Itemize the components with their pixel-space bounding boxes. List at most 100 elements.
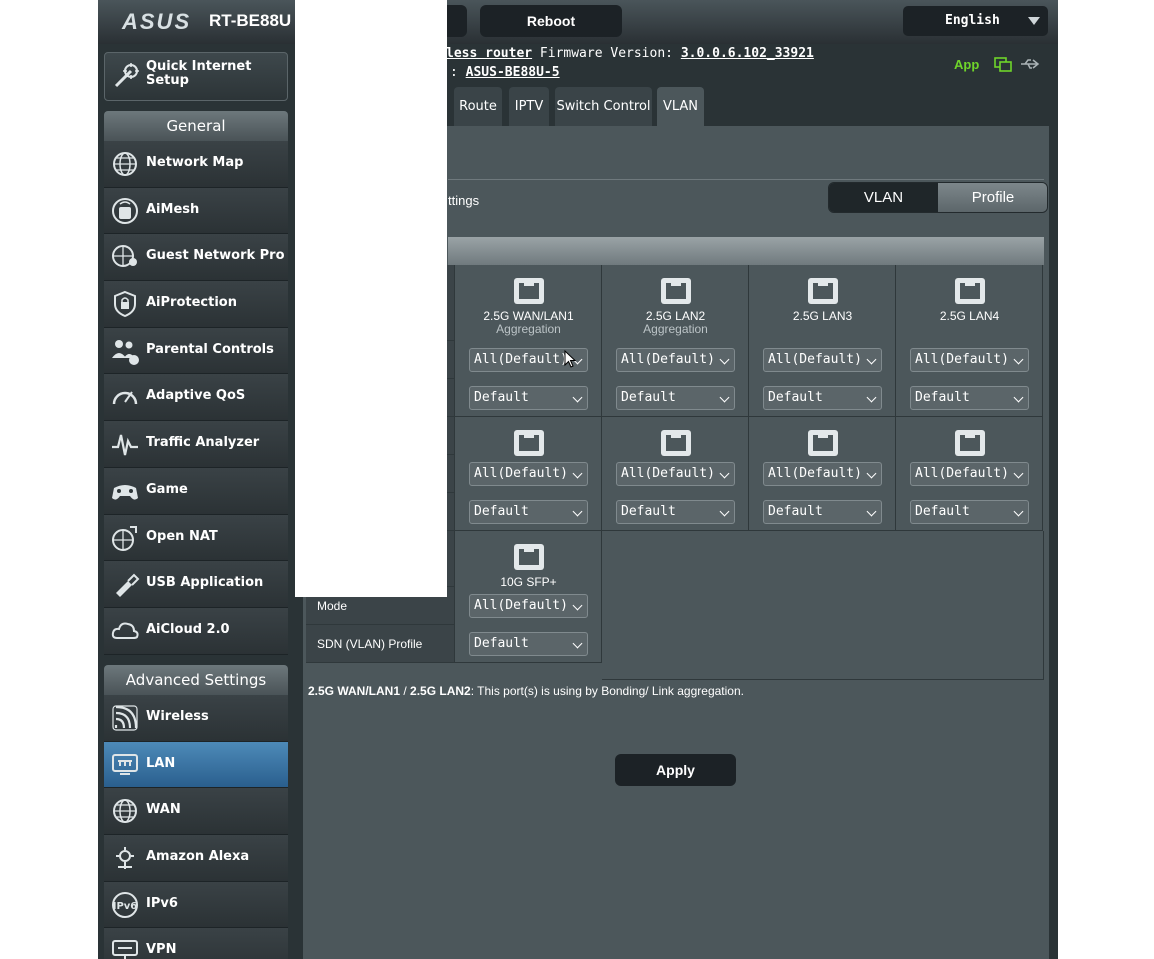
network-status-icon[interactable] — [994, 57, 1012, 73]
sidebar-item-wireless[interactable]: Wireless — [104, 695, 288, 742]
usb-status-icon[interactable] — [1020, 57, 1040, 71]
segment-profile-button[interactable]: Profile — [938, 183, 1047, 212]
select-value: Default — [474, 504, 529, 519]
vlan-mode-select[interactable]: All(Default) — [616, 462, 735, 486]
vlan-mode-select[interactable]: All(Default) — [910, 462, 1029, 486]
mesh-router-icon — [112, 197, 138, 224]
sdn-profile-select[interactable]: Default — [616, 500, 735, 524]
cloud-icon — [111, 622, 139, 639]
sdn-profile-select[interactable]: Default — [910, 386, 1029, 410]
sidebar-item-guest-network-pro[interactable]: Guest Network Pro — [104, 234, 288, 282]
sidebar-item-aiprotection[interactable]: AiProtection — [104, 281, 288, 328]
sdn-profile-select[interactable]: Default — [910, 500, 1029, 524]
sidebar-item-vpn[interactable]: VPN — [104, 928, 288, 959]
operation-mode-link[interactable]: less router — [446, 46, 532, 61]
wifi-icon — [112, 705, 138, 731]
usb-icon — [116, 573, 140, 598]
vlan-mode-select[interactable]: All(Default) — [616, 348, 735, 372]
tab-iptv[interactable]: IPTV — [509, 87, 549, 126]
select-value: Default — [621, 390, 676, 405]
sidebar-item-wan[interactable]: WAN — [104, 788, 288, 836]
wan-globe-icon — [113, 799, 137, 824]
ethernet-port-icon — [808, 430, 838, 456]
tab-switch-control[interactable]: Switch Control — [555, 87, 652, 126]
vlan-mode-select[interactable]: All(Default) — [763, 348, 882, 372]
select-value: All(Default) — [915, 466, 1009, 481]
reboot-button[interactable]: Reboot — [480, 5, 622, 37]
row-label-profile: SDN (VLAN) Profile — [317, 637, 423, 651]
sidebar-item-parental-controls[interactable]: Parental Controls — [104, 327, 288, 375]
guest-globe-icon — [112, 245, 137, 268]
sidebar-item-traffic-analyzer[interactable]: Traffic Analyzer — [104, 421, 288, 468]
sidebar-item-label: Parental Controls — [146, 341, 274, 357]
chevron-down-icon — [719, 354, 730, 365]
sidebar-item-label: VPN — [146, 942, 177, 958]
ssid-line: : ASUS-BE88U-5 — [450, 65, 560, 80]
divider — [448, 179, 1044, 180]
ssid-link[interactable]: ASUS-BE88U-5 — [466, 65, 560, 80]
ethernet-port-icon — [661, 430, 691, 456]
shield-icon — [114, 290, 136, 318]
tab-vlan[interactable]: VLAN — [657, 87, 704, 126]
sidebar-item-game[interactable]: Game — [104, 467, 288, 515]
sidebar-item-label: IPv6 — [146, 895, 178, 911]
vlan-mode-select[interactable]: All(Default) — [469, 462, 588, 486]
select-value: All(Default) — [768, 352, 862, 367]
firmware-label: Firmware Version: — [539, 46, 673, 61]
select-value: All(Default) — [768, 466, 862, 481]
sidebar-item-usb-application[interactable]: USB Application — [104, 561, 288, 608]
app-link[interactable]: App — [954, 57, 979, 72]
select-value: All(Default) — [915, 352, 1009, 367]
quick-internet-setup-button[interactable]: Quick Internet Setup — [104, 52, 288, 101]
ipv6-icon: IPv6 — [112, 891, 138, 918]
ethernet-port-icon — [808, 278, 838, 304]
sidebar-item-adaptive-qos[interactable]: Adaptive QoS — [104, 374, 288, 422]
port-name: 10G SFP+ — [500, 575, 557, 589]
ethernet-port-icon — [514, 430, 544, 456]
ethernet-port-icon — [514, 544, 544, 570]
empty-table-area — [602, 531, 1044, 680]
sidebar-item-ipv6[interactable]: IPv6 IPv6 — [104, 881, 288, 929]
firmware-link[interactable]: 3.0.0.6.102_33921 — [681, 46, 814, 61]
select-value: All(Default) — [474, 352, 568, 367]
select-value: Default — [474, 636, 529, 651]
sdn-profile-select[interactable]: Default — [763, 386, 882, 410]
sidebar-item-open-nat[interactable]: Open NAT — [104, 514, 288, 562]
sdn-profile-select[interactable]: Default — [616, 386, 735, 410]
row-label-cell-profile: SDN (VLAN) Profile — [306, 625, 455, 663]
vlan-mode-select[interactable]: All(Default) — [763, 462, 882, 486]
select-value: Default — [915, 390, 970, 405]
traffic-chart-icon — [112, 434, 138, 456]
select-value: All(Default) — [474, 466, 568, 481]
sidebar-item-aimesh[interactable]: AiMesh — [104, 187, 288, 235]
language-select[interactable]: English — [903, 6, 1048, 36]
sidebar-item-aicloud-2-0[interactable]: AiCloud 2.0 — [104, 607, 288, 655]
chevron-down-icon — [572, 468, 583, 479]
chevron-down-icon — [719, 392, 730, 403]
sidebar-item-amazon-alexa[interactable]: Amazon Alexa — [104, 835, 288, 882]
table-header-bar — [448, 237, 1044, 265]
model-name: RT-BE88U — [209, 11, 292, 30]
sidebar-item-lan[interactable]: LAN — [104, 741, 288, 789]
note-port1: 2.5G WAN/LAN1 — [308, 684, 401, 698]
operation-mode-line: less router Firmware Version: 3.0.0.6.10… — [446, 46, 814, 61]
select-value: Default — [621, 504, 676, 519]
sidebar-item-label: LAN — [146, 755, 176, 771]
sidebar-item-label: AiMesh — [146, 201, 200, 217]
apply-button[interactable]: Apply — [615, 754, 736, 786]
segment-vlan-button[interactable]: VLAN — [829, 183, 938, 212]
sidebar-item-label: Wireless — [146, 709, 209, 724]
ssid-label: : — [450, 65, 458, 80]
sdn-profile-select[interactable]: Default — [469, 386, 588, 410]
ethernet-port-icon — [955, 430, 985, 456]
vlan-mode-select[interactable]: All(Default) — [469, 594, 588, 618]
sidebar-item-network-map[interactable]: Network Map — [104, 141, 288, 188]
alexa-icon — [116, 847, 134, 870]
sdn-profile-select[interactable]: Default — [763, 500, 882, 524]
chevron-down-icon — [866, 506, 877, 517]
chevron-down-icon — [1013, 506, 1024, 517]
tab-route[interactable]: Route — [454, 87, 502, 126]
sdn-profile-select[interactable]: Default — [469, 500, 588, 524]
sdn-profile-select[interactable]: Default — [469, 632, 588, 656]
vlan-mode-select[interactable]: All(Default) — [910, 348, 1029, 372]
